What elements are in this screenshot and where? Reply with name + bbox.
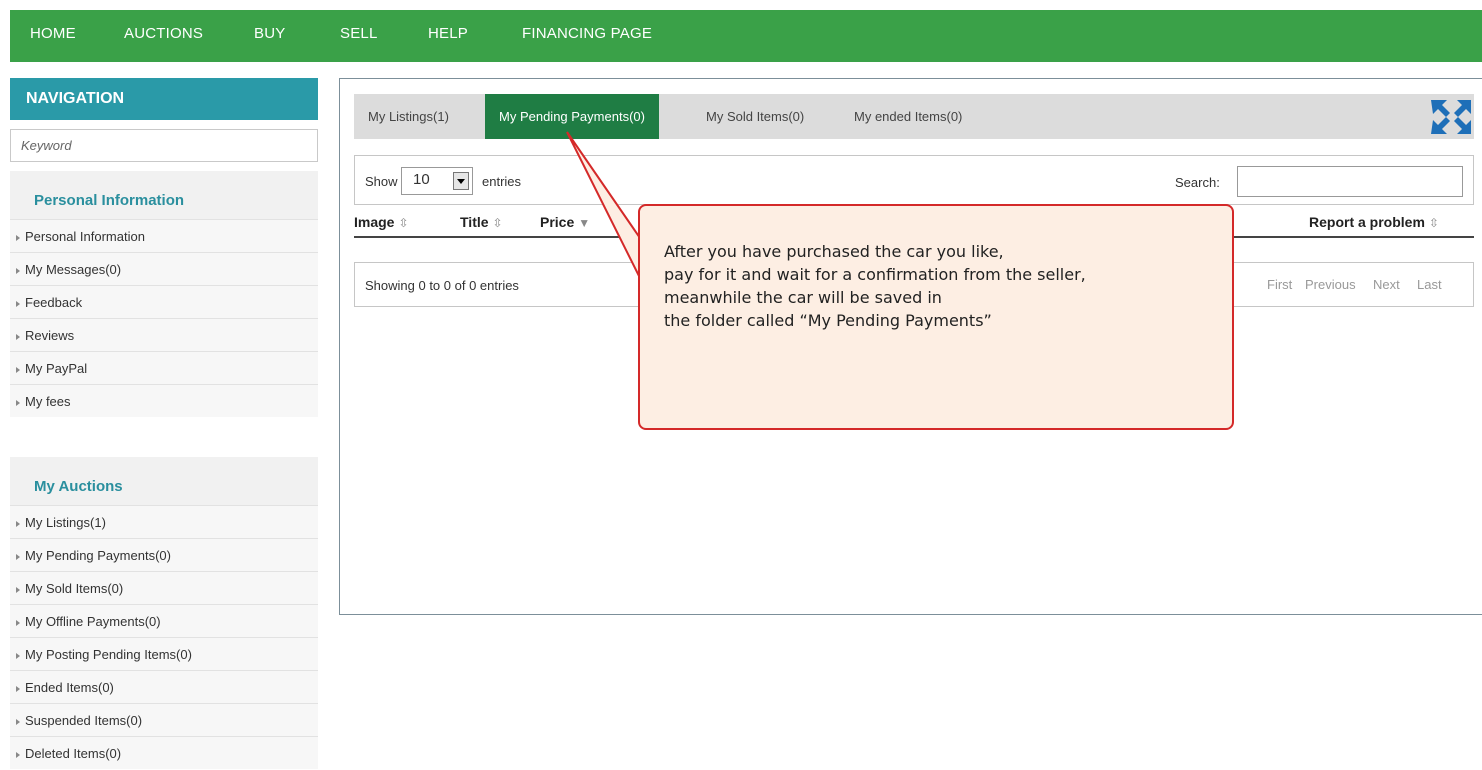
sidebar-item-my-pending-payments[interactable]: My Pending Payments(0) (10, 538, 318, 571)
tab-my-sold-items[interactable]: My Sold Items(0) (706, 94, 804, 139)
page-size-value: 10 (413, 171, 430, 188)
entries-label: entries (482, 174, 522, 189)
callout-line: pay for it and wait for a confirmation f… (664, 265, 1086, 284)
tooltip-callout: After you have purchased the car you lik… (638, 204, 1234, 430)
sidebar-item-my-sold-items[interactable]: My Sold Items(0) (10, 571, 318, 604)
navigation-header: NAVIGATION (10, 78, 318, 120)
caret-right-icon (16, 718, 20, 725)
sidebar-item-label: Personal Information (25, 229, 145, 244)
sidebar-item-reviews[interactable]: Reviews (10, 318, 318, 351)
sidebar-item-my-messages[interactable]: My Messages(0) (10, 252, 318, 285)
nav-auctions[interactable]: AUCTIONS (124, 25, 203, 42)
table-controls: Show 10 entries Search: (354, 155, 1474, 205)
nav-home[interactable]: HOME (30, 25, 76, 42)
nav-sell[interactable]: SELL (340, 25, 378, 42)
caret-right-icon (16, 267, 20, 274)
sidebar-item-label: My fees (25, 394, 71, 409)
sidebar-item-personal-information[interactable]: Personal Information (10, 219, 318, 252)
caret-right-icon (16, 234, 20, 241)
column-header-price[interactable]: Price ▼ (540, 214, 590, 230)
page-size-select[interactable]: 10 (401, 167, 473, 195)
nav-buy[interactable]: BUY (254, 25, 285, 42)
pager-previous[interactable]: Previous (1305, 277, 1356, 292)
sidebar-item-label: Suspended Items(0) (25, 713, 143, 728)
tab-my-pending-payments[interactable]: My Pending Payments(0) (485, 94, 659, 139)
column-header-title[interactable]: Title ⇳ (460, 214, 503, 230)
column-header-report-a-problem[interactable]: Report a problem ⇳ (1309, 214, 1439, 230)
sidebar-item-label: My Sold Items(0) (25, 581, 124, 596)
caret-right-icon (16, 652, 20, 659)
sidebar-item-my-offline-payments[interactable]: My Offline Payments(0) (10, 604, 318, 637)
nav-help[interactable]: HELP (428, 25, 468, 42)
my-auctions-title: My Auctions (34, 478, 123, 495)
pager-last[interactable]: Last (1417, 277, 1442, 292)
sidebar-item-label: My Pending Payments(0) (25, 548, 171, 563)
nav-financing-page[interactable]: FINANCING PAGE (522, 25, 652, 42)
pager-first[interactable]: First (1267, 277, 1292, 292)
callout-text: After you have purchased the car you lik… (664, 240, 1086, 332)
chevron-down-icon[interactable] (453, 172, 469, 190)
column-header-image[interactable]: Image ⇳ (354, 214, 409, 230)
caret-right-icon (16, 333, 20, 340)
personal-information-section: Personal Information Personal Informatio… (10, 171, 318, 417)
caret-right-icon (16, 300, 20, 307)
caret-right-icon (16, 751, 20, 758)
sidebar-item-label: My PayPal (25, 361, 88, 376)
sidebar-item-ended-items[interactable]: Ended Items(0) (10, 670, 318, 703)
table-search-input[interactable] (1237, 166, 1463, 197)
sidebar-item-label: Deleted Items(0) (25, 746, 122, 761)
sidebar-item-label: My Listings(1) (25, 515, 106, 530)
sidebar-item-my-fees[interactable]: My fees (10, 384, 318, 417)
caret-right-icon (16, 619, 20, 626)
callout-line: the folder called “My Pending Payments” (664, 311, 992, 330)
expand-icon[interactable] (1428, 94, 1474, 139)
sidebar-item-label: Feedback (25, 295, 83, 310)
sort-desc-icon: ▼ (578, 216, 591, 230)
table-info: Showing 0 to 0 of 0 entries (365, 278, 519, 293)
sidebar-item-label: Ended Items(0) (25, 680, 114, 695)
caret-right-icon (16, 520, 20, 527)
sidebar-item-my-posting-pending-items[interactable]: My Posting Pending Items(0) (10, 637, 318, 670)
section-spacer (10, 417, 318, 457)
caret-right-icon (16, 553, 20, 560)
caret-right-icon (16, 685, 20, 692)
show-label: Show (365, 174, 398, 189)
sort-icon: ⇳ (492, 216, 503, 230)
callout-line: After you have purchased the car you lik… (664, 242, 1004, 261)
sidebar-item-label: My Messages(0) (25, 262, 122, 277)
search-label: Search: (1175, 175, 1220, 190)
sidebar-item-suspended-items[interactable]: Suspended Items(0) (10, 703, 318, 736)
sidebar-item-label: My Offline Payments(0) (25, 614, 161, 629)
sidebar-item-label: My Posting Pending Items(0) (25, 647, 192, 662)
keyword-search-input[interactable] (10, 129, 318, 162)
personal-information-title: Personal Information (34, 192, 185, 209)
caret-right-icon (16, 399, 20, 406)
sidebar: NAVIGATION Personal Information Personal… (10, 78, 318, 769)
sort-icon: ⇳ (1428, 216, 1439, 230)
pager-next[interactable]: Next (1373, 277, 1400, 292)
sidebar-item-label: Reviews (25, 328, 75, 343)
caret-right-icon (16, 586, 20, 593)
tab-my-ended-items[interactable]: My ended Items(0) (854, 94, 962, 139)
sidebar-item-my-listings[interactable]: My Listings(1) (10, 505, 318, 538)
sort-icon: ⇳ (398, 216, 409, 230)
sidebar-item-feedback[interactable]: Feedback (10, 285, 318, 318)
top-navigation-bar: HOME AUCTIONS BUY SELL HELP FINANCING PA… (10, 10, 1482, 62)
callout-line: meanwhile the car will be saved in (664, 288, 942, 307)
tab-bar: My Listings(1) My Pending Payments(0) My… (354, 94, 1474, 139)
my-auctions-section: My Auctions My Listings(1) My Pending Pa… (10, 457, 318, 769)
sidebar-item-my-paypal[interactable]: My PayPal (10, 351, 318, 384)
sidebar-item-deleted-items[interactable]: Deleted Items(0) (10, 736, 318, 769)
tab-my-listings[interactable]: My Listings(1) (368, 94, 449, 139)
caret-right-icon (16, 366, 20, 373)
